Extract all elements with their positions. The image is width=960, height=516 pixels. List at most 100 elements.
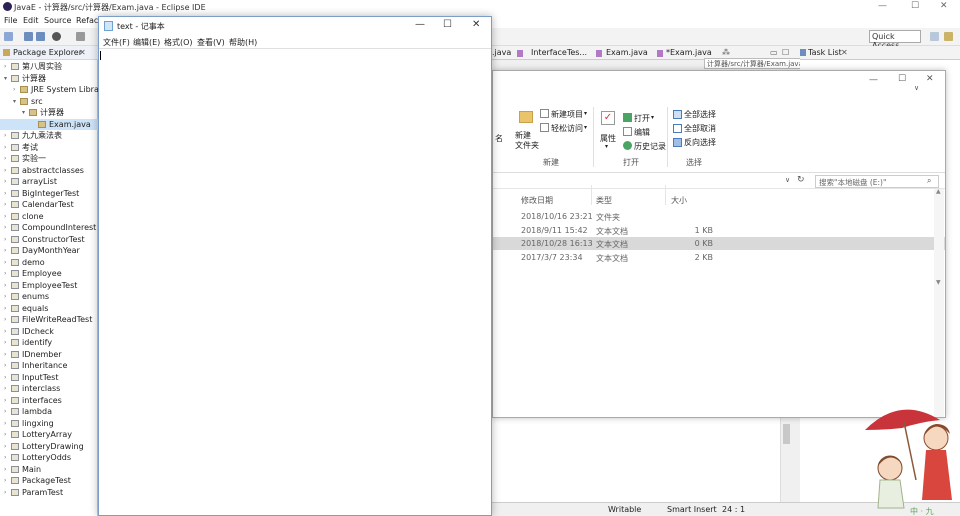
- notepad-minimize-icon[interactable]: —: [415, 19, 425, 30]
- expand-arrow-right-icon[interactable]: ›: [4, 406, 6, 417]
- expand-arrow-right-icon[interactable]: ›: [4, 418, 6, 429]
- close-icon[interactable]: ✕: [940, 1, 948, 11]
- code-editor[interactable]: [492, 418, 792, 502]
- new-icon[interactable]: [4, 32, 13, 41]
- expand-arrow-right-icon[interactable]: ›: [4, 142, 6, 153]
- tree-item[interactable]: › demo: [0, 257, 98, 269]
- perspective-icon[interactable]: [930, 32, 939, 41]
- history-button[interactable]: 历史记录: [634, 141, 666, 152]
- select-none-button[interactable]: 全部取消: [684, 123, 716, 134]
- expand-arrow-right-icon[interactable]: ›: [4, 383, 6, 394]
- expand-arrow-right-icon[interactable]: ›: [4, 475, 6, 486]
- menu-source[interactable]: Source: [44, 16, 71, 25]
- expand-arrow-right-icon[interactable]: ›: [4, 130, 6, 141]
- close-view-icon[interactable]: ✕: [79, 48, 86, 57]
- notepad-text-area[interactable]: [99, 48, 491, 515]
- tab-exam[interactable]: Exam.java: [606, 48, 648, 57]
- tree-item[interactable]: › enums: [0, 291, 98, 303]
- expand-arrow-right-icon[interactable]: ›: [4, 452, 6, 463]
- notepad-menu-file[interactable]: 文件(F): [103, 37, 130, 48]
- tree-item[interactable]: › InputTest: [0, 372, 98, 384]
- tree-item[interactable]: › arrayList: [0, 176, 98, 188]
- tree-item[interactable]: › 九九乘法表: [0, 130, 98, 142]
- new-folder-button[interactable]: 新建 文件夹: [515, 131, 539, 151]
- expand-arrow-right-icon[interactable]: ›: [4, 372, 6, 383]
- expand-arrow-right-icon[interactable]: ›: [4, 441, 6, 452]
- java-perspective-icon[interactable]: [944, 32, 953, 41]
- tree-item[interactable]: › identify: [0, 337, 98, 349]
- refresh-icon[interactable]: ↻: [797, 175, 805, 185]
- edit-button[interactable]: 编辑: [634, 127, 650, 138]
- tree-item[interactable]: › BigIntegerTest: [0, 188, 98, 200]
- expand-arrow-right-icon[interactable]: ›: [4, 291, 6, 302]
- scroll-down-icon[interactable]: ▼: [936, 279, 941, 286]
- invert-selection-button[interactable]: 反向选择: [684, 137, 716, 148]
- file-row[interactable]: 2018/10/16 23:21 文件夹: [493, 210, 945, 223]
- notepad-maximize-icon[interactable]: ☐: [443, 19, 452, 30]
- menu-edit[interactable]: Edit: [23, 16, 39, 25]
- address-dropdown-icon[interactable]: ∨: [785, 176, 790, 184]
- expand-arrow-right-icon[interactable]: ›: [4, 487, 6, 498]
- column-separator[interactable]: [665, 185, 666, 205]
- tree-item[interactable]: › 实验一: [0, 153, 98, 165]
- easy-access-dropdown-icon[interactable]: ▾: [584, 124, 587, 131]
- close-view-icon[interactable]: ✕: [841, 48, 848, 57]
- expand-arrow-right-icon[interactable]: ›: [4, 245, 6, 256]
- debug-icon[interactable]: [52, 32, 61, 41]
- column-date[interactable]: 修改日期: [521, 195, 553, 206]
- expand-arrow-right-icon[interactable]: ›: [4, 176, 6, 187]
- tree-item[interactable]: Exam.java: [0, 118, 98, 130]
- expand-arrow-right-icon[interactable]: ›: [4, 165, 6, 176]
- properties-dropdown-icon[interactable]: ▾: [605, 143, 608, 150]
- expand-arrow-right-icon[interactable]: ›: [4, 153, 6, 164]
- maximize-editor-icon[interactable]: ☐: [782, 48, 789, 57]
- expand-arrow-right-icon[interactable]: ›: [4, 188, 6, 199]
- tree-item[interactable]: › LotteryArray: [0, 429, 98, 441]
- notepad-menu-view[interactable]: 查看(V): [197, 37, 225, 48]
- tree-item[interactable]: › LotteryOdds: [0, 452, 98, 464]
- menu-file[interactable]: File: [4, 16, 17, 25]
- tree-item[interactable]: › 考试: [0, 142, 98, 154]
- expand-arrow-right-icon[interactable]: ›: [4, 395, 6, 406]
- expand-arrow-right-icon[interactable]: ›: [4, 268, 6, 279]
- notepad-menu-format[interactable]: 格式(O): [164, 37, 193, 48]
- column-type[interactable]: 类型: [596, 195, 612, 206]
- tab-java[interactable]: .java: [492, 48, 511, 57]
- tab-exam-dirty[interactable]: *Exam.java: [666, 48, 712, 57]
- notepad-close-icon[interactable]: ✕: [472, 19, 480, 30]
- file-row[interactable]: 2017/3/7 23:34 文本文档 2 KB: [493, 251, 945, 264]
- tree-item[interactable]: › Employee: [0, 268, 98, 280]
- column-separator[interactable]: [591, 185, 592, 205]
- ribbon-collapse-icon[interactable]: ∨: [914, 84, 919, 92]
- file-row[interactable]: 2018/10/28 16:13 文本文档 0 KB: [493, 237, 945, 251]
- expand-arrow-right-icon[interactable]: ›: [4, 360, 6, 371]
- explorer-maximize-icon[interactable]: ☐: [898, 74, 906, 84]
- explorer-close-icon[interactable]: ✕: [926, 74, 934, 84]
- new-folder-icon[interactable]: [519, 111, 533, 123]
- notepad-menu-edit[interactable]: 编辑(E): [133, 37, 160, 48]
- tree-item[interactable]: › equals: [0, 303, 98, 315]
- tree-item[interactable]: › IDnember: [0, 349, 98, 361]
- tree-item[interactable]: › Main: [0, 464, 98, 476]
- search-input[interactable]: 搜索"本地磁盘 (E:)": [815, 175, 939, 188]
- open-dropdown-icon[interactable]: ▾: [651, 114, 654, 121]
- expand-arrow-right-icon[interactable]: ›: [4, 257, 6, 268]
- expand-arrow-down-icon[interactable]: ▾: [22, 107, 25, 118]
- editor-scrollbar[interactable]: [780, 418, 792, 502]
- search-icon[interactable]: ⌕: [927, 176, 931, 186]
- search-tool-icon[interactable]: [76, 32, 85, 41]
- select-all-button[interactable]: 全部选择: [684, 109, 716, 120]
- tab-overflow-icon[interactable]: ⁂: [722, 48, 730, 57]
- new-item-dropdown-icon[interactable]: ▾: [584, 110, 587, 117]
- tree-item[interactable]: › clone: [0, 211, 98, 223]
- tab-interfacetest[interactable]: InterfaceTes...: [531, 48, 587, 57]
- explorer-scrollbar[interactable]: ▲ ▼: [934, 188, 944, 417]
- expand-arrow-right-icon[interactable]: ›: [4, 234, 6, 245]
- tree-item[interactable]: › Inheritance: [0, 360, 98, 372]
- tree-item[interactable]: › interfaces: [0, 395, 98, 407]
- tree-item[interactable]: › IDcheck: [0, 326, 98, 338]
- minimize-icon[interactable]: —: [878, 1, 887, 11]
- explorer-minimize-icon[interactable]: —: [869, 75, 878, 85]
- expand-arrow-right-icon[interactable]: ›: [4, 464, 6, 475]
- tree-item[interactable]: › interclass: [0, 383, 98, 395]
